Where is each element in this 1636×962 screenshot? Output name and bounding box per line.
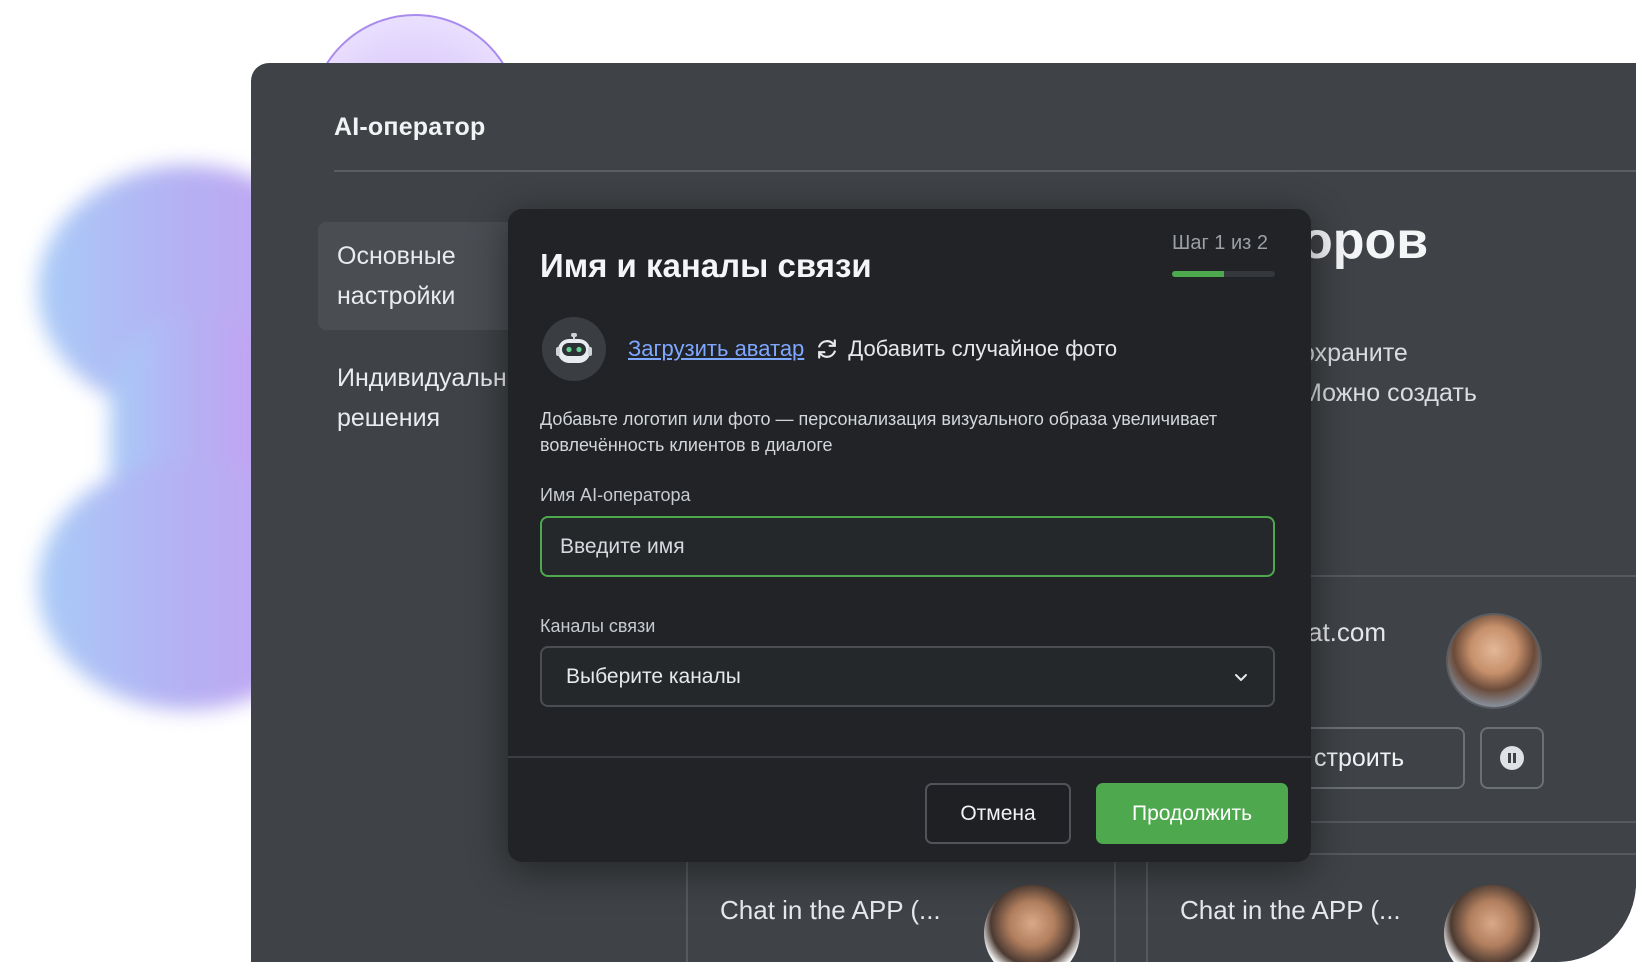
operator-avatar — [1446, 613, 1542, 709]
channel-card-title: Chat in the APP (... — [720, 895, 941, 925]
name-field-label: Имя AI-оператора — [540, 485, 691, 505]
cancel-button[interactable]: Отмена — [925, 783, 1071, 844]
random-photo-label: Добавить случайное фото — [848, 336, 1118, 361]
avatar-row: Загрузить аватар Добавить случайное фото — [542, 317, 1117, 381]
step-progress-bar — [1172, 271, 1275, 277]
modal-footer-divider — [508, 756, 1311, 758]
continue-button[interactable]: Продолжить — [1096, 783, 1288, 844]
header-divider — [334, 170, 1636, 172]
background-description: охраните Можно создать — [1301, 333, 1477, 413]
channel-card: Chat in the APP (... — [1146, 853, 1636, 962]
setup-modal: Имя и каналы связи Шаг 1 из 2 Загрузить … — [508, 209, 1311, 862]
robot-avatar[interactable] — [542, 317, 606, 381]
robot-icon — [556, 333, 592, 363]
avatar-hint: Добавьте логотип или фото — персонализац… — [540, 409, 1218, 455]
random-photo-button[interactable]: Добавить случайное фото — [814, 336, 1117, 362]
background-description-line-1: охраните — [1301, 339, 1408, 367]
channel-card-title: Chat in the APP (... — [1180, 895, 1401, 925]
pause-icon — [1500, 746, 1524, 770]
step-progress-fill — [1172, 271, 1224, 277]
modal-title: Имя и каналы связи — [540, 247, 872, 284]
operator-card-domain: at.com — [1308, 617, 1387, 647]
pause-button[interactable] — [1480, 727, 1544, 789]
operator-name-input[interactable] — [540, 516, 1275, 577]
channels-field-label: Каналы связи — [540, 616, 656, 636]
background-heading: оров — [1301, 212, 1429, 270]
app-title: AI-оператор — [334, 113, 486, 141]
refresh-icon — [818, 339, 837, 359]
configure-button[interactable]: строить — [1298, 727, 1465, 789]
background-description-line-2: Можно создать — [1301, 379, 1477, 407]
upload-avatar-link[interactable]: Загрузить аватар — [628, 336, 804, 362]
channels-select[interactable]: Выберите каналы — [540, 646, 1275, 707]
chevron-down-icon — [1235, 673, 1247, 681]
channel-card: Chat in the APP (... — [686, 853, 1116, 962]
channels-select-value: Выберите каналы — [566, 664, 741, 688]
channel-card-avatar — [1444, 885, 1540, 962]
channel-card-avatar — [984, 885, 1080, 962]
step-indicator: Шаг 1 из 2 — [1172, 232, 1269, 254]
